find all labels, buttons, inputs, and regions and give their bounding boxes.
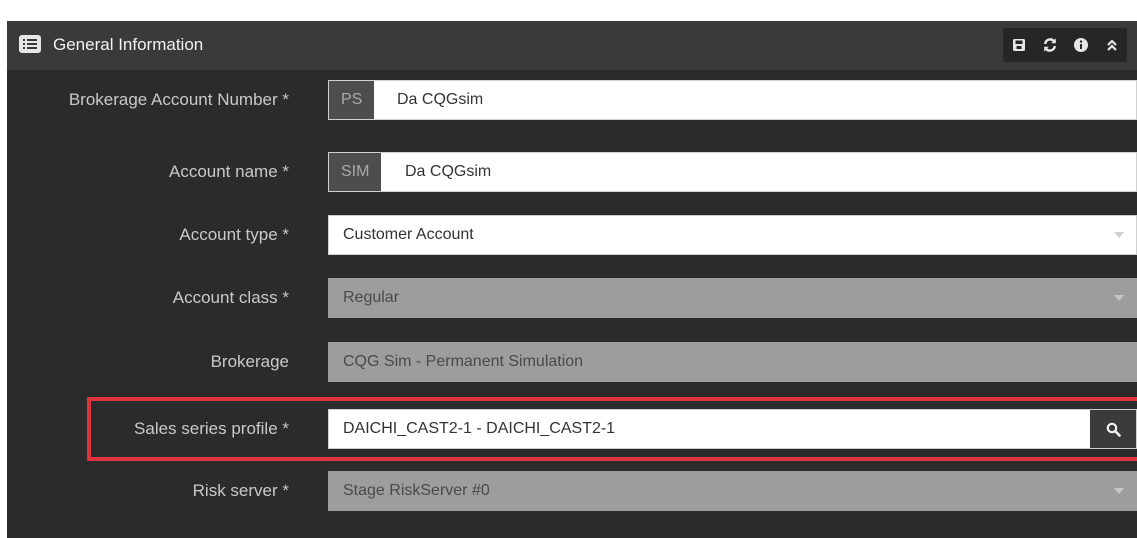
risk-server-select: Stage RiskServer #0 bbox=[328, 471, 1137, 511]
save-button[interactable] bbox=[1003, 28, 1034, 62]
row-brokerage-account-number: Brokerage Account Number * PS Da CQGsim bbox=[7, 80, 1137, 120]
account-class-value: Regular bbox=[343, 289, 400, 306]
panel-title: General Information bbox=[53, 35, 204, 54]
account-class-select: Regular bbox=[328, 278, 1137, 318]
account-name-field[interactable]: SIM Da CQGsim bbox=[328, 152, 1137, 192]
risk-server-value: Stage RiskServer #0 bbox=[343, 482, 490, 499]
row-risk-server: Risk server * Stage RiskServer #0 bbox=[7, 471, 1137, 511]
sales-series-profile-value: DAICHI_CAST2-1 - DAICHI_CAST2-1 bbox=[343, 420, 616, 437]
account-name-prefix: SIM bbox=[329, 153, 382, 191]
account-number-prefix: PS bbox=[329, 81, 375, 119]
panel-header: General Information bbox=[7, 21, 1137, 70]
chevron-down-icon bbox=[1114, 295, 1124, 301]
refresh-button[interactable] bbox=[1034, 28, 1065, 62]
row-account-name: Account name * SIM Da CQGsim bbox=[7, 152, 1137, 192]
brokerage-account-number-field[interactable]: PS Da CQGsim bbox=[328, 80, 1137, 120]
brokerage-value: CQG Sim - Permanent Simulation bbox=[343, 353, 584, 370]
collapse-icon bbox=[1106, 39, 1117, 51]
brokerage-field: CQG Sim - Permanent Simulation bbox=[328, 342, 1137, 382]
brokerage-label: Brokerage bbox=[210, 352, 289, 371]
list-icon bbox=[19, 35, 41, 53]
info-icon bbox=[1073, 38, 1088, 52]
save-icon bbox=[1012, 39, 1025, 51]
info-button[interactable] bbox=[1065, 28, 1096, 62]
chevron-down-icon bbox=[1114, 488, 1124, 494]
collapse-button[interactable] bbox=[1096, 28, 1127, 62]
account-type-value: Customer Account bbox=[343, 226, 474, 243]
account-class-label: Account class * bbox=[172, 288, 289, 307]
chevron-down-icon bbox=[1114, 232, 1124, 238]
row-account-class: Account class * Regular bbox=[7, 278, 1137, 318]
row-account-type: Account type * Customer Account bbox=[7, 215, 1137, 255]
panel-toolbar bbox=[1003, 28, 1127, 62]
account-type-label: Account type * bbox=[179, 225, 289, 244]
sales-series-profile-field[interactable]: DAICHI_CAST2-1 - DAICHI_CAST2-1 bbox=[328, 409, 1137, 449]
refresh-icon bbox=[1043, 38, 1056, 52]
account-name-label: Account name * bbox=[168, 162, 289, 181]
row-brokerage: Brokerage CQG Sim - Permanent Simulation bbox=[7, 342, 1137, 382]
risk-server-label: Risk server * bbox=[192, 481, 289, 500]
row-sales-series-profile: Sales series profile * DAICHI_CAST2-1 - … bbox=[7, 409, 1137, 449]
general-information-panel: General Information Brokerage Account Nu… bbox=[7, 21, 1137, 538]
brokerage-account-number-value: Da CQGsim bbox=[397, 91, 484, 108]
brokerage-account-number-label: Brokerage Account Number * bbox=[68, 90, 289, 109]
account-type-select[interactable]: Customer Account bbox=[328, 215, 1137, 255]
search-icon bbox=[1106, 422, 1121, 437]
sales-series-profile-label: Sales series profile * bbox=[134, 419, 289, 438]
sales-series-profile-search-button[interactable] bbox=[1090, 410, 1136, 448]
account-name-value: Da CQGsim bbox=[405, 163, 492, 180]
